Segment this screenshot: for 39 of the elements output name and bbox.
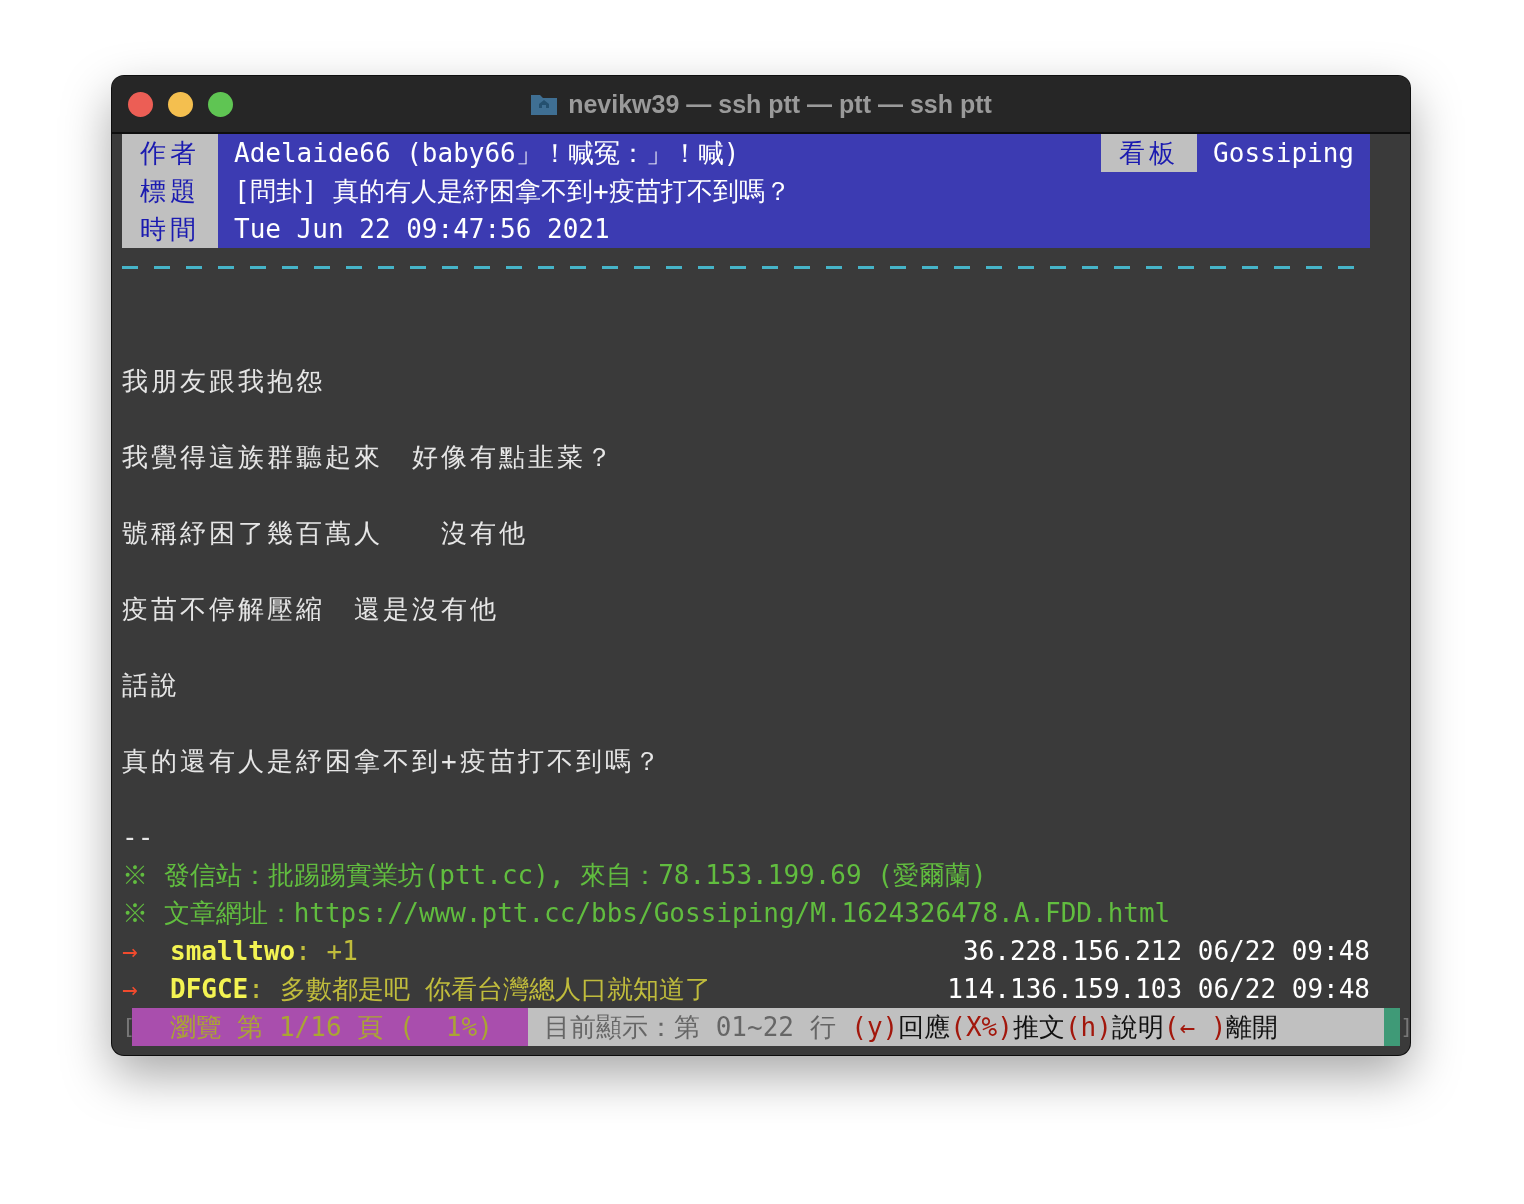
header-value: Adelaide66 (baby66」！喊冤：」！喊) — [233, 137, 740, 170]
key-hint[interactable]: (X%)推文 — [950, 1008, 1065, 1046]
window-title: nevikw39 — ssh ptt — ptt — ssh ptt — [568, 89, 992, 119]
bracket: [ — [122, 1013, 132, 1041]
header-label: 時間 — [122, 210, 218, 248]
push-user: DFGCE — [170, 973, 249, 1006]
header-value: [問卦] 真的有人是紓困拿不到+疫苗打不到嗎？ — [233, 175, 791, 208]
signature-text: ※ 發信站：批踢踢實業坊(ptt.cc), 來自：78.153.199.69 (愛爾蘭) — [122, 859, 988, 892]
bracket: ] — [1400, 1013, 1410, 1041]
page-position: 瀏覽 第 1/16 頁 ( 1%) — [132, 1008, 529, 1046]
minimize-button[interactable] — [168, 91, 193, 117]
key-hint[interactable]: (h)說明 — [1064, 1008, 1164, 1046]
zoom-button[interactable] — [208, 91, 233, 117]
board-label: 看板 — [1101, 134, 1198, 172]
board-name: Gossiping — [1212, 137, 1355, 170]
body-text: 號稱紓困了幾百萬人 沒有他 — [122, 517, 529, 550]
body-text: 我覺得這族群聽起來 好像有點韭菜？ — [122, 441, 616, 474]
push-meta: 114.136.159.103 06/22 09:48 — [947, 973, 1370, 1006]
folder-icon — [530, 92, 559, 116]
body-text: 話說 — [122, 669, 181, 702]
header-label: 標題 — [122, 172, 218, 210]
push-user: smalltwo — [170, 935, 296, 968]
line-range: 目前顯示：第 01~22 行 — [543, 1011, 837, 1044]
signature-text: ※ 文章網址：https://www.ptt.cc/bbs/Gossiping/M.1624326478.A.FDD.html — [122, 897, 1172, 930]
push-arrow: → — [122, 973, 139, 1006]
push-content: : +1 — [295, 935, 358, 968]
push-arrow: → — [122, 935, 139, 968]
header-label: 作者 — [122, 134, 218, 172]
key-hint[interactable]: (← )離開 — [1163, 1008, 1279, 1046]
body-text: 我朋友跟我抱怨 — [122, 365, 326, 398]
signature-separator: -- — [122, 821, 155, 854]
push-content: : 多數都是吧 你看台灣總人口就知道了 — [248, 973, 712, 1006]
body-text: 疫苗不停解壓縮 還是沒有他 — [122, 593, 500, 626]
header-value: Tue Jun 22 09:47:56 2021 — [233, 213, 610, 246]
key-hint[interactable]: (y)回應 — [851, 1008, 951, 1046]
body-text: 真的還有人是紓困拿不到+疫苗打不到嗎？ — [122, 745, 664, 778]
close-button[interactable] — [128, 91, 153, 117]
cursor-block — [1384, 1008, 1400, 1046]
push-meta: 36.228.156.212 06/22 09:48 — [963, 935, 1370, 968]
